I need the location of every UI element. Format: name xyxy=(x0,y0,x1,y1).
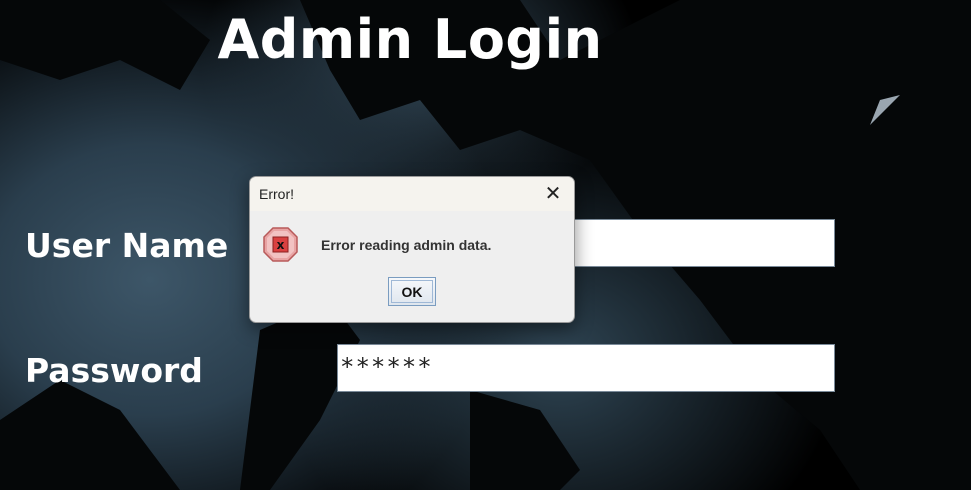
password-label: Password xyxy=(25,351,203,390)
dialog-message: Error reading admin data. xyxy=(321,237,492,253)
ok-button[interactable]: OK xyxy=(388,277,436,306)
svg-text:x: x xyxy=(277,238,285,252)
password-field[interactable]: ****** xyxy=(337,344,835,392)
page-title: Admin Login xyxy=(217,8,603,71)
username-label: User Name xyxy=(25,226,229,265)
error-dialog: Error! ✕ x Error reading admin data. OK xyxy=(249,176,575,323)
error-icon: x xyxy=(263,227,298,262)
close-icon[interactable]: ✕ xyxy=(542,182,564,204)
dialog-title: Error! xyxy=(259,186,294,202)
dialog-title-bar[interactable]: Error! ✕ xyxy=(250,177,574,211)
